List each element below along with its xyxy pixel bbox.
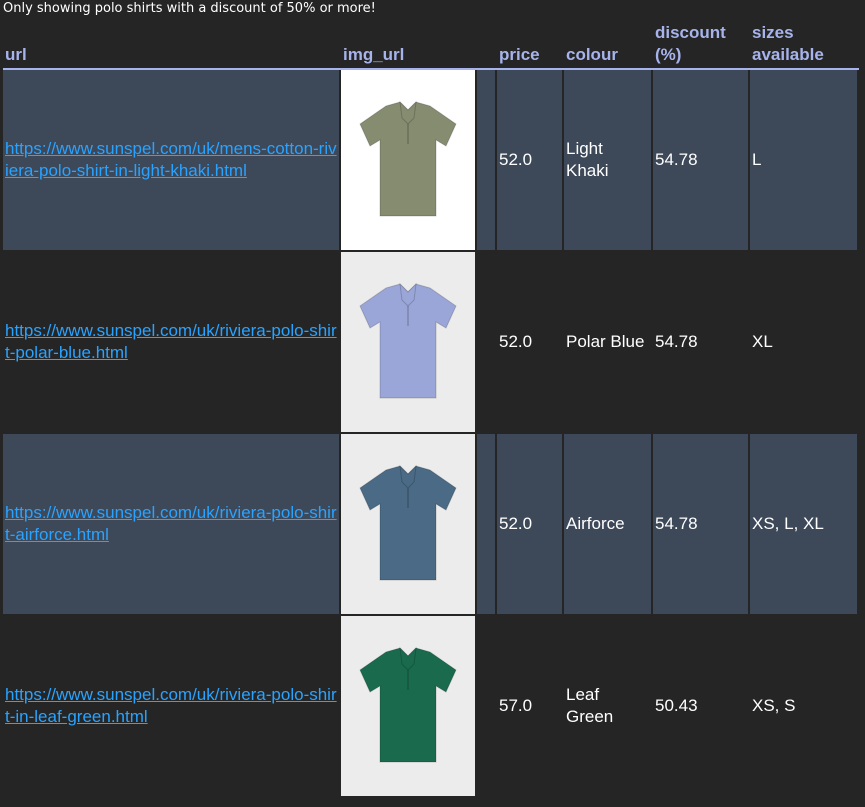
sizes-cell: XS, S [750,616,859,798]
sizes-cell: XL [750,252,859,434]
column-header-sizes: sizes available [750,20,859,70]
sizes-cell: XS, L, XL [750,434,859,616]
table-row: https://www.sunspel.com/uk/riviera-polo-… [3,616,859,798]
polo-shirt-image [359,282,457,399]
sizes-cell: L [750,70,859,252]
colour-cell: Airforce [564,434,653,616]
discount-cell: 54.78 [653,434,750,616]
gap-cell [477,252,497,434]
product-link[interactable]: https://www.sunspel.com/uk/riviera-polo-… [5,503,337,544]
product-link[interactable]: https://www.sunspel.com/uk/mens-cotton-r… [5,139,337,180]
price-cell: 57.0 [497,616,564,798]
image-cell [341,252,477,434]
polo-shirt-image [359,646,457,763]
image-cell [341,70,477,252]
discount-cell: 50.43 [653,616,750,798]
url-cell: https://www.sunspel.com/uk/riviera-polo-… [3,252,341,434]
url-cell: https://www.sunspel.com/uk/riviera-polo-… [3,616,341,798]
table-row: https://www.sunspel.com/uk/mens-cotton-r… [3,70,859,252]
url-cell: https://www.sunspel.com/uk/riviera-polo-… [3,434,341,616]
colour-cell: Light Khaki [564,70,653,252]
product-link[interactable]: https://www.sunspel.com/uk/riviera-polo-… [5,321,337,362]
column-header-gap [477,20,497,70]
table-row: https://www.sunspel.com/uk/riviera-polo-… [3,434,859,616]
column-header-discount: discount (%) [653,20,750,70]
header-row: url img_url price colour discount (%) si… [3,20,859,70]
results-table: url img_url price colour discount (%) si… [3,20,859,798]
colour-cell: Polar Blue [564,252,653,434]
price-cell: 52.0 [497,70,564,252]
product-link[interactable]: https://www.sunspel.com/uk/riviera-polo-… [5,685,337,726]
column-header-img-url: img_url [341,20,477,70]
image-cell [341,616,477,798]
page: Only showing polo shirts with a discount… [0,0,865,807]
column-header-url: url [3,20,341,70]
url-cell: https://www.sunspel.com/uk/mens-cotton-r… [3,70,341,252]
gap-cell [477,70,497,252]
colour-cell: Leaf Green [564,616,653,798]
column-header-price: price [497,20,564,70]
polo-shirt-image [359,100,457,217]
discount-cell: 54.78 [653,252,750,434]
image-cell [341,434,477,616]
column-header-colour: colour [564,20,653,70]
polo-shirt-image [359,464,457,581]
price-cell: 52.0 [497,434,564,616]
price-cell: 52.0 [497,252,564,434]
caption: Only showing polo shirts with a discount… [3,1,376,16]
discount-cell: 54.78 [653,70,750,252]
gap-cell [477,434,497,616]
gap-cell [477,616,497,798]
table-row: https://www.sunspel.com/uk/riviera-polo-… [3,252,859,434]
